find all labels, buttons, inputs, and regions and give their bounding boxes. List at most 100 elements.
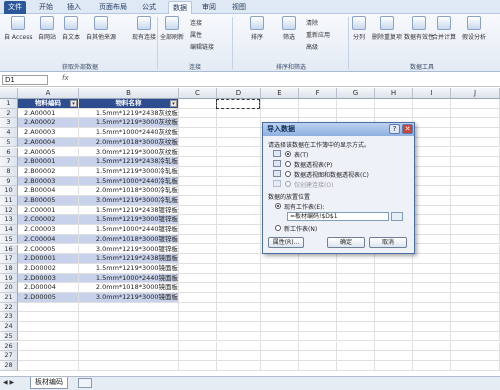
cell[interactable] [413, 263, 451, 274]
cell-code[interactable]: 2.D00002 [18, 263, 79, 274]
cell-name[interactable]: 2.0mm*1018*3000镀锌板 [79, 234, 179, 245]
cell[interactable] [451, 322, 500, 332]
cell[interactable] [413, 205, 451, 216]
cell[interactable] [217, 225, 261, 235]
cell[interactable] [375, 99, 413, 109]
radio-pivot-chart[interactable] [285, 171, 291, 177]
column-header-d[interactable]: D [217, 88, 261, 99]
new-sheet-icon[interactable] [78, 378, 92, 388]
what-if-button[interactable]: 假设分析 [462, 16, 486, 41]
column-header-j[interactable]: J [451, 88, 500, 99]
cell-code[interactable]: 2.D00001 [18, 254, 79, 264]
cell[interactable] [179, 263, 217, 274]
cell[interactable] [179, 341, 217, 352]
cell[interactable] [299, 360, 337, 371]
cell-code[interactable]: 2.C00001 [18, 205, 79, 216]
cell[interactable] [217, 157, 261, 167]
cell[interactable] [179, 215, 217, 226]
filter-button[interactable]: 筛选 [282, 16, 296, 41]
column-header-b[interactable]: B [79, 88, 179, 99]
insert-function-icon[interactable]: fx [62, 74, 69, 82]
row-header[interactable]: 28 [0, 360, 18, 371]
cell[interactable] [217, 234, 261, 245]
tab-data[interactable]: 数据 [168, 1, 192, 14]
cell[interactable] [179, 360, 217, 371]
row-header[interactable]: 9 [0, 176, 18, 187]
cell[interactable] [299, 108, 337, 119]
cell[interactable] [179, 108, 217, 119]
tab-file[interactable]: 文件 [4, 1, 26, 14]
cell[interactable] [217, 293, 261, 303]
formula-input[interactable] [76, 74, 496, 85]
tab-insert[interactable]: 插入 [64, 1, 84, 14]
row-header[interactable]: 14 [0, 225, 18, 235]
cell[interactable] [299, 351, 337, 361]
cell-code[interactable]: 2.B00002 [18, 166, 79, 177]
cell[interactable] [451, 166, 500, 177]
select-all-corner[interactable] [0, 88, 18, 99]
data-validation-button[interactable]: 数据有效性 [404, 16, 434, 41]
cell-code[interactable]: 2.A00005 [18, 147, 79, 158]
cell[interactable] [79, 312, 179, 323]
cell[interactable] [79, 341, 179, 352]
row-header[interactable]: 17 [0, 254, 18, 264]
tab-review[interactable]: 审阅 [198, 1, 220, 14]
tab-home[interactable]: 开始 [36, 1, 56, 14]
cell[interactable] [261, 322, 299, 332]
cell[interactable] [413, 293, 451, 303]
cell-code[interactable]: 2.B00001 [18, 157, 79, 167]
filter-dropdown-icon[interactable]: ▾ [70, 100, 77, 107]
row-header[interactable]: 21 [0, 293, 18, 303]
cell-name[interactable]: 1.5mm*1219*2438镀锌板 [79, 205, 179, 216]
range-picker-icon[interactable] [391, 212, 403, 221]
cell[interactable] [413, 99, 451, 109]
cell[interactable] [261, 108, 299, 119]
cell[interactable] [179, 331, 217, 342]
remove-duplicates-button[interactable]: 删除重复项 [372, 16, 402, 41]
cell-name[interactable]: 1.5mm*1219*3000镀锌板 [79, 215, 179, 226]
cell-code[interactable]: 2.B00004 [18, 186, 79, 196]
cell[interactable] [79, 322, 179, 332]
cell-code[interactable]: 2.D00003 [18, 273, 79, 284]
cell[interactable] [179, 273, 217, 284]
row-header[interactable]: 7 [0, 157, 18, 167]
cell[interactable] [179, 186, 217, 196]
cell-name[interactable]: 1.5mm*1000*2440冷轧板 [79, 176, 179, 187]
selected-cell-d1[interactable] [216, 99, 260, 109]
cell[interactable] [337, 302, 375, 313]
row-header[interactable]: 4 [0, 128, 18, 138]
cell[interactable] [413, 128, 451, 138]
row-header[interactable]: 22 [0, 302, 18, 313]
cell-code[interactable]: 2.A00001 [18, 108, 79, 119]
cell[interactable] [375, 293, 413, 303]
row-header[interactable]: 19 [0, 273, 18, 284]
cell[interactable] [217, 128, 261, 138]
cell[interactable] [261, 312, 299, 323]
cell[interactable] [413, 351, 451, 361]
from-web-button[interactable]: 自网站 [38, 16, 56, 41]
cell[interactable] [179, 157, 217, 167]
edit-links-button[interactable]: 编辑链接 [190, 42, 214, 51]
cell[interactable] [261, 263, 299, 274]
cell[interactable] [18, 312, 79, 323]
row-header[interactable]: 12 [0, 205, 18, 216]
cell[interactable] [451, 244, 500, 255]
cell[interactable] [299, 283, 337, 293]
cell-name[interactable]: 1.5mm*1000*2440灰纹板 [79, 128, 179, 138]
cell[interactable] [413, 302, 451, 313]
cell[interactable] [375, 108, 413, 119]
cell[interactable] [413, 225, 451, 235]
cell[interactable] [179, 99, 217, 109]
cell[interactable] [299, 331, 337, 342]
cell[interactable] [261, 273, 299, 284]
cell[interactable] [337, 254, 375, 264]
cell[interactable] [217, 322, 261, 332]
cell-name[interactable]: 1.5mm*1219*3000冷轧板 [79, 166, 179, 177]
cell[interactable] [217, 360, 261, 371]
cell[interactable] [179, 312, 217, 323]
cell[interactable] [375, 360, 413, 371]
radio-table[interactable] [285, 151, 291, 157]
cancel-button[interactable]: 取消 [369, 237, 407, 248]
cell[interactable] [179, 128, 217, 138]
cell[interactable] [337, 99, 375, 109]
